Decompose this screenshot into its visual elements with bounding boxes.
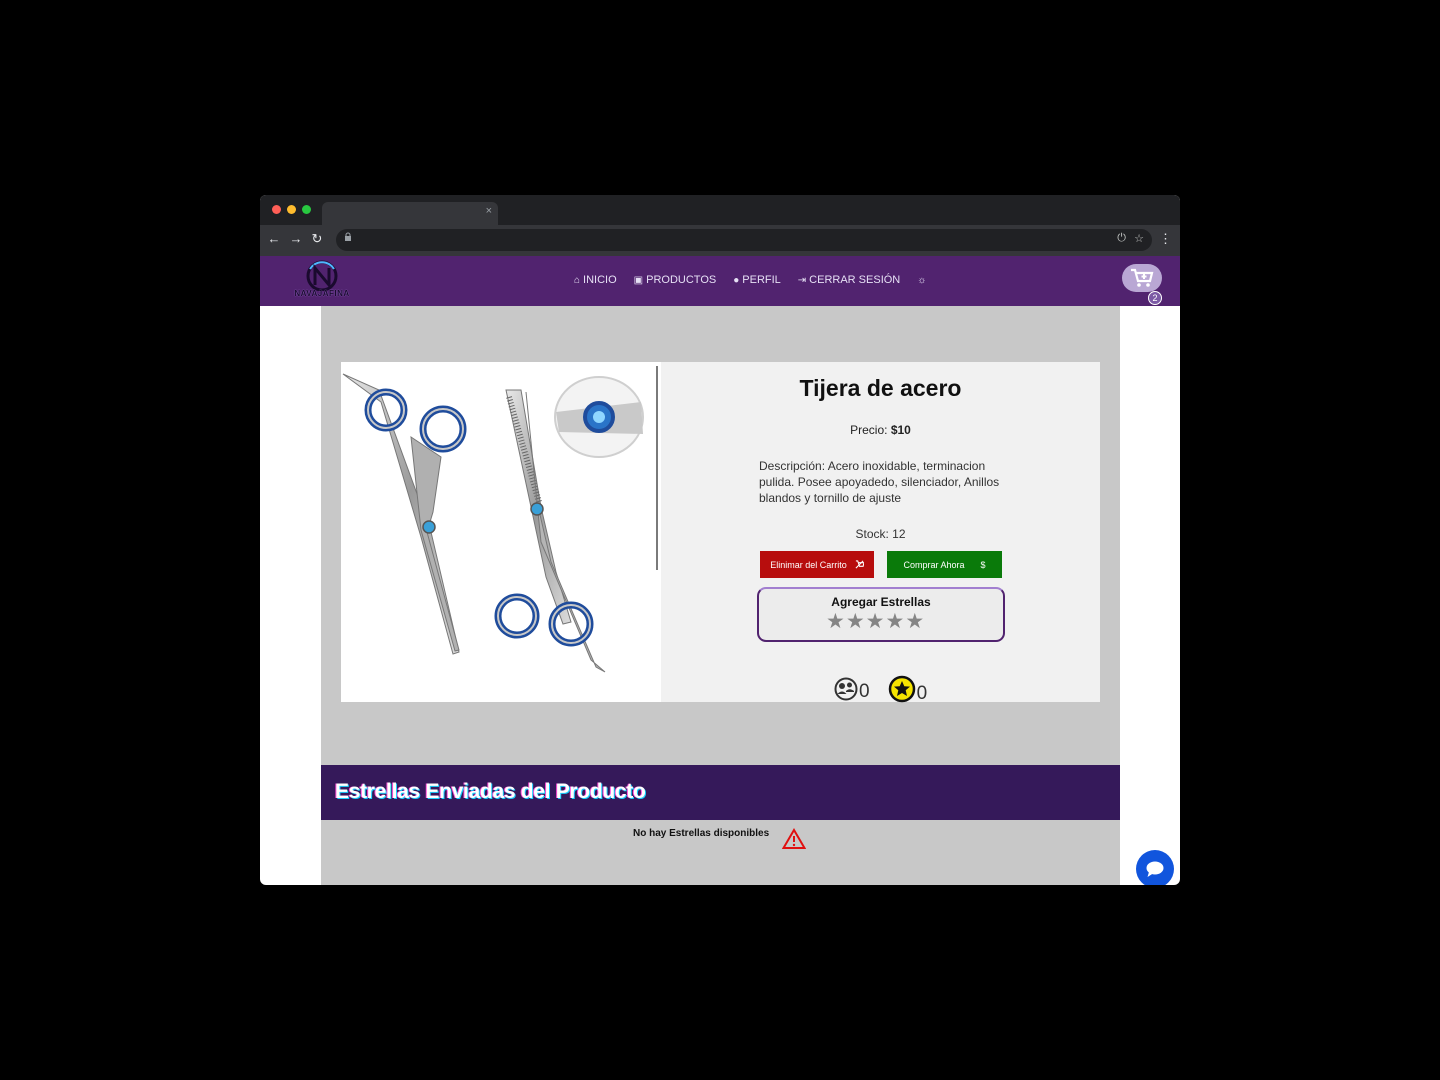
site-navbar: NAVAJAFINA ⌂ INICIO ▣ PRODUCTOS ● PERFIL… [260,256,1180,306]
add-stars-panel: Agregar Estrellas ★ ★ ★ ★ ★ [757,587,1005,642]
price-value: $10 [890,423,911,437]
browser-tab[interactable]: × [322,202,498,225]
lock-icon [345,232,351,241]
users-group-icon [834,677,858,701]
nav-item-perfil[interactable]: ● PERFIL [733,274,781,286]
users-count: 0 [859,681,870,702]
product-info: Tijera de acero Precio: $10 Descripción:… [661,362,1100,703]
tab-close-icon[interactable]: × [486,205,492,217]
users-counter: 0 [834,677,882,701]
back-icon[interactable]: ← [266,231,282,246]
warning-icon [782,828,806,849]
bookmark-star-icon[interactable]: ☆ [1134,232,1144,245]
stars-counter: 0 [888,675,940,703]
star-4-icon[interactable]: ★ [885,610,904,634]
forward-icon[interactable]: → [288,231,304,246]
nav-label: INICIO [583,274,617,286]
user-icon: ● [733,274,740,286]
add-stars-title: Agregar Estrellas [831,595,931,609]
reload-icon[interactable]: ↻ [309,231,325,247]
stars-count: 0 [916,683,928,704]
logo-mark-icon [306,260,338,292]
window-controls [272,205,311,214]
product-description: Descripción: Acero inoxidable, terminaci… [759,459,1000,505]
cart-plus-icon [1131,268,1154,287]
rating-counters: 0 0 [834,675,939,703]
no-reviews-message: No hay Estrellas disponibles [633,828,770,839]
site-logo[interactable]: NAVAJAFINA [284,259,360,303]
sign-out-icon: ⇥ [797,274,807,286]
price-label: Precio: [850,423,888,437]
share-icon[interactable]: ⏻ [1117,232,1126,245]
bag-icon: ▣ [633,274,644,286]
nav-item-productos[interactable]: ▣ PRODUCTOS [634,274,717,286]
theme-toggle-button[interactable]: ☼ [917,274,926,286]
star-3-icon[interactable]: ★ [866,610,885,634]
product-stock: Stock: 12 [855,527,906,541]
nav-item-cerrar-sesion[interactable]: ⇥ CERRAR SESIÓN [798,274,900,286]
product-card: Tijera de acero Precio: $10 Descripción:… [341,362,1100,703]
main-nav: ⌂ INICIO ▣ PRODUCTOS ● PERFIL ⇥ CERRAR S… [574,274,926,286]
nav-label: PERFIL [742,274,781,286]
chat-button[interactable] [1136,850,1174,885]
product-image [341,362,661,702]
nav-label: PRODUCTOS [646,274,717,286]
cart-button[interactable] [1122,264,1162,292]
product-price: Precio: $10 [661,423,1100,437]
star-1-icon[interactable]: ★ [826,610,845,634]
product-title: Tijera de acero [799,375,962,401]
cart-count-badge: 2 [1148,291,1162,305]
dollar-icon: $ [980,559,986,570]
home-icon: ⌂ [574,274,581,286]
star-2-icon[interactable]: ★ [846,610,865,634]
reviews-title: Estrellas Enviadas del Producto [335,780,646,803]
browser-menu-icon[interactable]: ⋮ [1159,231,1172,247]
logo-text: NAVAJAFINA [294,289,350,298]
nav-label: CERRAR SESIÓN [809,274,901,286]
maximize-window-button[interactable] [302,205,311,214]
buy-button-label: Comprar Ahora [903,559,965,570]
scissors-image [342,373,644,673]
browser-window: × ← → ↻ ⏻ ☆ ⋮ NAVAJAFINA ⌂ INICIO ▣ PROD… [260,195,1180,885]
minimize-window-button[interactable] [287,205,296,214]
browser-titlebar: × [260,195,1180,225]
reviews-section-header: Estrellas Enviadas del Producto [321,765,1120,820]
buy-now-button[interactable]: Comprar Ahora $ [887,551,1002,578]
cart-remove-icon [855,560,864,569]
address-bar[interactable]: ⏻ ☆ [336,229,1152,251]
browser-toolbar: ← → ↻ ⏻ ☆ ⋮ [260,225,1180,256]
image-scrollbar[interactable] [656,366,658,570]
chat-bubble-icon [1146,861,1164,877]
star-rating-input: ★ ★ ★ ★ ★ [826,610,924,634]
star-5-icon[interactable]: ★ [905,610,924,634]
sun-icon: ☼ [917,274,927,286]
nav-item-inicio[interactable]: ⌂ INICIO [574,274,617,286]
remove-from-cart-button[interactable]: Elinimar del Carrito [760,551,874,578]
remove-button-label: Elinimar del Carrito [770,559,847,570]
star-circle-icon [888,675,915,703]
close-window-button[interactable] [272,205,281,214]
